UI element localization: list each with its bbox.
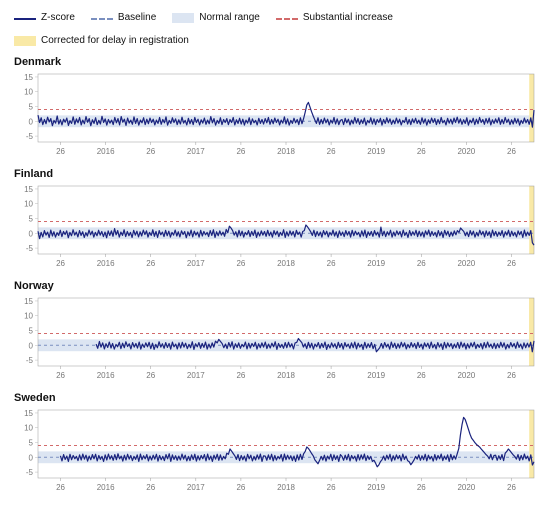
legend-corrected-label: Corrected for delay in registration <box>41 35 189 46</box>
chart-panel: Denmark -5 0 5 10 15 26 2016 26 2017 26 2018 26 2019 2… <box>14 56 542 160</box>
baseline-swatch <box>91 13 113 23</box>
svg-text:15: 15 <box>24 73 33 82</box>
svg-text:26: 26 <box>327 147 336 156</box>
normal-swatch <box>172 13 194 23</box>
zscore-swatch <box>14 13 36 23</box>
svg-text:5: 5 <box>29 327 34 336</box>
svg-text:2020: 2020 <box>457 147 475 156</box>
svg-text:2016: 2016 <box>97 483 115 492</box>
chart-panel: Sweden -5 0 5 10 15 26 2016 26 2017 26 2018 26 2019 26… <box>14 392 542 496</box>
chart-panel: Finland -5 0 5 10 15 26 2016 26 2017 26 2018 26 2019 2… <box>14 168 542 272</box>
svg-text:2020: 2020 <box>457 483 475 492</box>
chart-plot: -5 0 5 10 15 26 2016 26 2017 26 2018 26 2019 26 2020 26 <box>14 406 540 496</box>
svg-text:2019: 2019 <box>367 483 385 492</box>
svg-text:26: 26 <box>56 147 65 156</box>
legend-normal-label: Normal range <box>199 12 260 23</box>
svg-text:26: 26 <box>56 371 65 380</box>
svg-text:26: 26 <box>327 483 336 492</box>
svg-text:0: 0 <box>29 453 34 462</box>
svg-text:5: 5 <box>29 103 34 112</box>
svg-text:10: 10 <box>24 200 33 209</box>
svg-text:2017: 2017 <box>187 371 205 380</box>
chart-title: Finland <box>14 168 542 180</box>
svg-text:26: 26 <box>507 147 516 156</box>
svg-text:10: 10 <box>24 312 33 321</box>
svg-text:2019: 2019 <box>367 371 385 380</box>
legend-zscore-label: Z-score <box>41 12 75 23</box>
svg-text:2017: 2017 <box>187 259 205 268</box>
chart-title: Sweden <box>14 392 542 404</box>
chart-title: Norway <box>14 280 542 292</box>
svg-text:-5: -5 <box>26 132 34 141</box>
legend-corrected: Corrected for delay in registration <box>14 35 189 46</box>
svg-text:10: 10 <box>24 424 33 433</box>
svg-text:2020: 2020 <box>457 259 475 268</box>
svg-text:26: 26 <box>417 483 426 492</box>
svg-text:26: 26 <box>236 259 245 268</box>
substantial-swatch <box>276 13 298 23</box>
svg-text:2018: 2018 <box>277 371 295 380</box>
svg-text:2017: 2017 <box>187 483 205 492</box>
svg-text:26: 26 <box>56 483 65 492</box>
svg-text:2018: 2018 <box>277 147 295 156</box>
svg-text:5: 5 <box>29 215 34 224</box>
chart-plot: -5 0 5 10 15 26 2016 26 2017 26 2018 26 2019 26 2020 26 <box>14 182 540 272</box>
svg-text:2018: 2018 <box>277 483 295 492</box>
svg-text:2020: 2020 <box>457 371 475 380</box>
svg-text:26: 26 <box>327 371 336 380</box>
svg-text:26: 26 <box>56 259 65 268</box>
svg-text:26: 26 <box>417 259 426 268</box>
svg-text:15: 15 <box>24 185 33 194</box>
chart-panel: Norway -5 0 5 10 15 26 2016 26 2017 26 2018 26 2019 26… <box>14 280 542 384</box>
svg-text:15: 15 <box>24 409 33 418</box>
svg-text:26: 26 <box>507 483 516 492</box>
chart-legend: Z-score Baseline Normal range Substantia… <box>14 12 542 46</box>
svg-text:26: 26 <box>417 371 426 380</box>
svg-text:0: 0 <box>29 341 34 350</box>
svg-text:26: 26 <box>146 483 155 492</box>
svg-text:26: 26 <box>327 259 336 268</box>
svg-text:2016: 2016 <box>97 259 115 268</box>
svg-text:26: 26 <box>507 371 516 380</box>
svg-text:26: 26 <box>146 371 155 380</box>
svg-text:2016: 2016 <box>97 371 115 380</box>
svg-text:10: 10 <box>24 88 33 97</box>
svg-text:2017: 2017 <box>187 147 205 156</box>
legend-baseline: Baseline <box>91 12 156 23</box>
svg-text:26: 26 <box>146 147 155 156</box>
corrected-swatch <box>14 36 36 46</box>
svg-text:-5: -5 <box>26 356 34 365</box>
svg-text:26: 26 <box>507 259 516 268</box>
svg-text:26: 26 <box>417 147 426 156</box>
legend-zscore: Z-score <box>14 12 75 23</box>
legend-normal: Normal range <box>172 12 260 23</box>
charts-container: Denmark -5 0 5 10 15 26 2016 26 2017 26 2018 26 2019 2… <box>14 56 542 496</box>
chart-plot: -5 0 5 10 15 26 2016 26 2017 26 2018 26 2019 26 2020 26 <box>14 294 540 384</box>
legend-baseline-label: Baseline <box>118 12 156 23</box>
svg-text:26: 26 <box>146 259 155 268</box>
chart-plot: -5 0 5 10 15 26 2016 26 2017 26 2018 26 2019 26 2020 26 <box>14 70 540 160</box>
svg-text:26: 26 <box>236 483 245 492</box>
svg-text:2019: 2019 <box>367 147 385 156</box>
svg-text:2018: 2018 <box>277 259 295 268</box>
svg-text:-5: -5 <box>26 468 34 477</box>
svg-text:26: 26 <box>236 371 245 380</box>
svg-text:-5: -5 <box>26 244 34 253</box>
svg-text:2016: 2016 <box>97 147 115 156</box>
svg-text:0: 0 <box>29 229 34 238</box>
svg-text:26: 26 <box>236 147 245 156</box>
chart-title: Denmark <box>14 56 542 68</box>
legend-substantial: Substantial increase <box>276 12 393 23</box>
svg-text:5: 5 <box>29 439 34 448</box>
svg-text:0: 0 <box>29 117 34 126</box>
svg-text:2019: 2019 <box>367 259 385 268</box>
svg-text:15: 15 <box>24 297 33 306</box>
legend-substantial-label: Substantial increase <box>303 12 393 23</box>
